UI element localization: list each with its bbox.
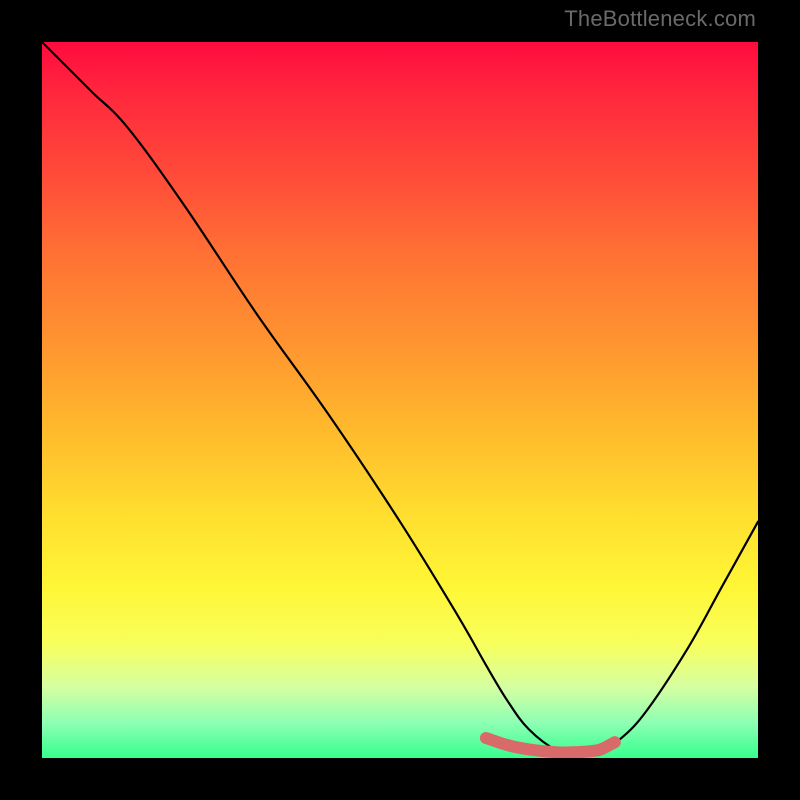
plot-area <box>42 42 758 758</box>
chart-svg <box>42 42 758 758</box>
bottleneck-curve-line <box>42 42 758 755</box>
optimal-zone-highlight <box>486 738 615 753</box>
watermark-text: TheBottleneck.com <box>564 6 756 32</box>
chart-frame: TheBottleneck.com <box>0 0 800 800</box>
